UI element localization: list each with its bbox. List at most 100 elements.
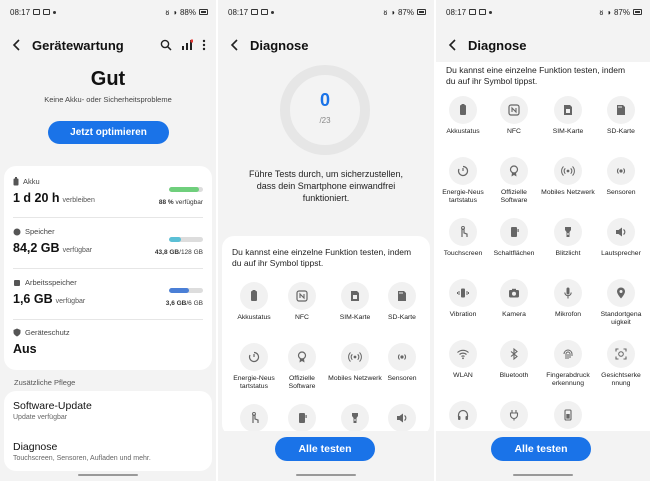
test-tile[interactable]: NFC [487,96,541,136]
test-tile[interactable]: Lautsprecher [594,218,648,258]
signal-icon [554,157,582,185]
mute-icon: ᴕ [599,7,604,17]
test-tile[interactable]: NFC [275,282,329,322]
tests-intro: Du kannst eine einzelne Funktion testen,… [232,247,412,268]
test-tile[interactable]: Kamera [487,279,541,319]
test-label: Standortgena uigkeit [600,311,642,326]
test-tile[interactable]: Standortgena uigkeit [594,279,648,327]
status-bar: 08:17 ᴕ ◑ 88% [10,6,208,18]
device-care-screen: 08:17 ᴕ ◑ 88% Gerätewartung Gut Keine Akku… [0,0,216,481]
charging-icon [500,401,528,429]
app-header: Gerätewartung [10,34,206,56]
test-tile[interactable]: Offizielle Software [275,343,329,391]
test-tile[interactable]: Offizielle Software [487,157,541,205]
ram-label: Arbeitsspeicher [25,278,77,287]
test-all-button[interactable]: Alle testen [491,437,591,461]
battery-bar [169,187,203,192]
test-label: Mikrofon [554,311,582,318]
buttons-icon [500,218,528,246]
flashlight-icon [341,404,369,432]
test-tile[interactable]: Fingerabdruck erkennung [541,340,595,388]
battery-status-icon [633,9,642,15]
test-all-button[interactable]: Alle testen [275,437,375,461]
gesture-bar [296,474,356,476]
status-time: 08:17 [228,7,249,17]
test-tile[interactable]: Bluetooth [487,340,541,380]
tests-total: /23 [319,116,331,125]
test-tile[interactable]: SIM-Karte [328,282,382,322]
test-tile[interactable]: Blitzlicht [541,218,595,258]
health-state: Gut [90,68,126,90]
diagnose-screen-scrolled: 08:17 ᴕ ◑ 87% Diagnose Du kannst eine einz… [436,0,650,481]
storage-section[interactable]: Speicher 84,2 GB verfügbar 43,8 GB/128 GB [13,227,203,256]
back-arrow-icon[interactable] [10,38,24,52]
optimize-now-button[interactable]: Jetzt optimieren [48,121,169,144]
test-tile[interactable]: SD-Karte [375,282,429,322]
test-tile[interactable]: Sensoren [594,157,648,197]
buttons-icon [288,404,316,432]
search-icon[interactable] [160,39,172,51]
test-tile[interactable] [541,401,595,432]
test-label: WLAN [453,372,473,379]
test-tile[interactable]: Mobiles Netzwerk [541,157,595,197]
sd-card-icon [607,96,635,124]
tests-card: Du kannst eine einzelne Funktion testen,… [222,236,430,436]
ram-free-suffix: verfügbar [55,298,86,305]
test-tile[interactable]: Vibration [436,279,490,319]
tests-list: Du kannst eine einzelne Funktion testen,… [436,62,650,432]
test-label: Mobiles Netzwerk [541,189,595,196]
test-tile[interactable]: SIM-Karte [541,96,595,136]
test-label: Mobiles Netzwerk [328,375,382,382]
device-protection-section[interactable]: Geräteschutz Aus [13,328,203,356]
battery-status-text: 87% [613,7,630,17]
sim-card-icon [341,282,369,310]
more-notifications-icon [271,10,275,14]
back-arrow-icon[interactable] [446,38,460,52]
gallery-notification-icon [469,9,477,15]
storage-icon [13,228,21,235]
ram-free: 1,6 GB [13,292,53,306]
shield-icon [13,328,21,337]
test-tile[interactable]: Schaltflächen [487,218,541,258]
test-tile[interactable]: Mikrofon [541,279,595,319]
test-tile[interactable]: Akkustatus [436,96,490,136]
test-tile[interactable] [487,401,541,432]
ram-section[interactable]: Arbeitsspeicher 1,6 GB verfügbar 3,6 GB/6… [13,278,203,307]
test-tile[interactable]: Energie-Neus tartstatus [436,157,490,205]
test-tile[interactable]: WLAN [436,340,490,380]
test-label: Sensoren [387,375,417,382]
battery-icon [13,177,19,186]
health-state-subtitle: Keine Akku- oder Sicherheitsprobleme [44,95,172,104]
protection-label: Geräteschutz [25,328,70,337]
test-label: NFC [295,314,309,321]
status-time: 08:17 [10,7,31,17]
battery-time-left: 1 d 20 h [13,191,60,205]
fingerprint-icon [554,340,582,368]
back-arrow-icon[interactable] [228,38,242,52]
battery-label: Akku [23,177,40,186]
protection-value: Aus [13,342,37,356]
sensor-icon [607,157,635,185]
test-tile[interactable]: Touchscreen [436,218,490,258]
sensor-icon [388,343,416,371]
test-tile[interactable]: Mobiles Netzwerk [328,343,382,383]
location-icon [607,279,635,307]
test-tile[interactable] [436,401,490,432]
test-tile[interactable]: Sensoren [375,343,429,383]
test-label: Vibration [449,311,477,318]
restart-icon [449,157,477,185]
microphone-icon [554,279,582,307]
test-tile[interactable]: Akkustatus [227,282,281,322]
test-tile[interactable]: Energie-Neus tartstatus [227,343,281,391]
battery-status-text: 88% [179,7,196,17]
ram-bar [169,288,203,293]
battery-section[interactable]: Akku 1 d 20 h verbleiben 88 % verfügbar [13,177,203,206]
storage-bar-fill [169,237,181,242]
test-tile[interactable]: SD-Karte [594,96,648,136]
chart-bars-icon[interactable] [181,39,193,51]
diagnose-message: Führe Tests durch, um sicherzustellen, d… [249,169,403,203]
test-label: Blitzlicht [555,250,581,257]
test-tile[interactable]: Gesichtserke nnung [594,340,648,388]
more-options-icon[interactable] [202,39,206,51]
divider [13,217,203,218]
